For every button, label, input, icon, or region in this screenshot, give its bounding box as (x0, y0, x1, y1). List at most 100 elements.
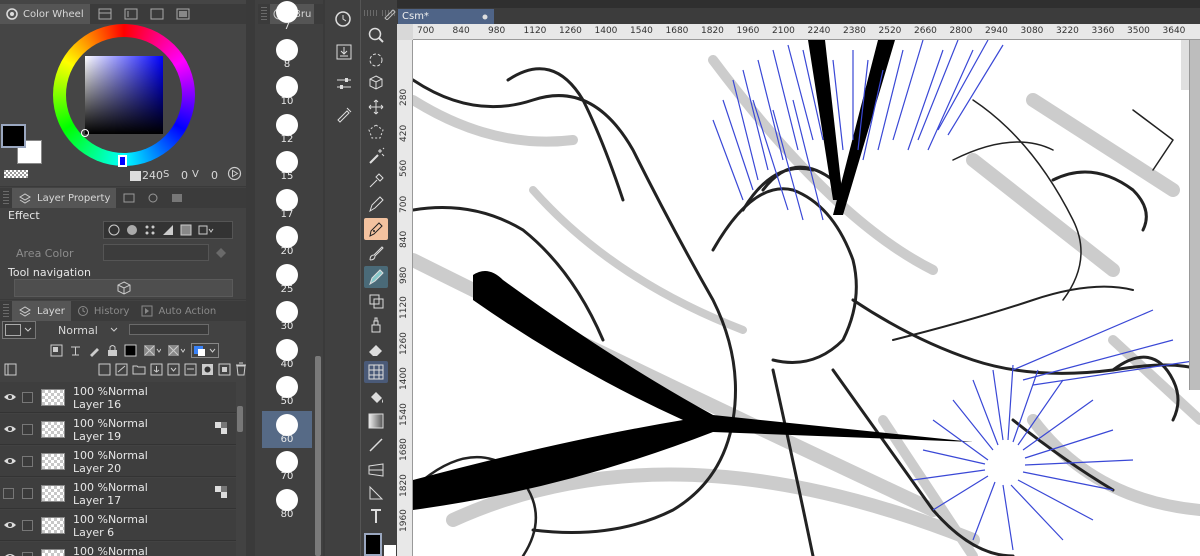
brush-size-item[interactable]: 25 (262, 261, 312, 298)
saturation-value-square[interactable] (85, 56, 163, 134)
tab-icon-1[interactable] (122, 192, 136, 204)
eye-icon[interactable] (3, 552, 17, 556)
canvas-vertical-scrollbar[interactable] (1189, 40, 1200, 390)
eye-icon[interactable] (3, 424, 17, 434)
trash-icon[interactable] (235, 362, 247, 376)
gradient-tool[interactable] (364, 410, 388, 432)
opacity-slider[interactable] (129, 324, 209, 335)
auto-select-tool[interactable] (364, 145, 388, 167)
layer-select-checkbox[interactable] (22, 392, 33, 403)
selection-tool[interactable] (364, 121, 388, 143)
tab-history[interactable]: History (71, 301, 136, 321)
border-effect-icon[interactable] (108, 224, 120, 236)
sliders-icon[interactable] (335, 75, 353, 93)
layer-select-checkbox[interactable] (22, 552, 33, 556)
new-vector-layer-icon[interactable] (115, 362, 128, 376)
eye-icon[interactable] (3, 456, 17, 466)
toolbar-main-color[interactable] (364, 533, 382, 556)
panel-grip[interactable] (3, 191, 9, 205)
layer-list-icon[interactable] (4, 363, 17, 376)
color-mode-toggle-icon[interactable] (227, 166, 242, 181)
eye-icon[interactable] (3, 520, 17, 530)
close-tab-icon[interactable] (482, 14, 488, 20)
layer-row[interactable]: 100 %Normal Layer 6 (0, 510, 236, 541)
layer-color-icon[interactable] (162, 224, 174, 236)
rotate-tool[interactable] (364, 49, 388, 71)
layer-select-checkbox[interactable] (22, 520, 33, 531)
ruler-display-icon[interactable] (167, 344, 185, 357)
layer-select-checkbox[interactable] (22, 424, 33, 435)
eye-icon[interactable] (3, 392, 17, 402)
text-tool[interactable] (364, 505, 388, 527)
extract-line-icon[interactable] (180, 224, 192, 236)
tab-layer[interactable]: Layer (12, 301, 71, 321)
layer-row[interactable]: 100 %Normal Layer 16 (0, 382, 236, 413)
brush-size-item[interactable]: 30 (262, 298, 312, 335)
reference-layer-icon[interactable] (69, 344, 82, 357)
fill-tool[interactable] (364, 386, 388, 408)
brush-settings-icon[interactable] (335, 105, 353, 123)
figure-tool[interactable] (364, 361, 388, 383)
tone-effect-icon[interactable] (144, 224, 156, 236)
layer-select-checkbox[interactable] (22, 456, 33, 467)
layer-row[interactable]: 100 %Normal Layer 20 (0, 446, 236, 477)
pencil-tool[interactable] (364, 218, 388, 240)
color-history-tab-icon[interactable] (150, 8, 164, 20)
brush-size-item[interactable]: 20 (262, 223, 312, 260)
tab-layer-property[interactable]: Layer Property (12, 188, 117, 208)
color-set-tab-icon[interactable] (98, 8, 112, 20)
layer-row[interactable]: 100 %Normal Layer 17 (0, 478, 236, 509)
eraser-tool[interactable] (364, 338, 388, 360)
blend-mode-select[interactable]: Normal (40, 321, 124, 339)
layer-list-scrollbar[interactable] (237, 406, 243, 432)
effect-dropdown-icon[interactable] (198, 224, 214, 236)
blend-tool[interactable] (364, 314, 388, 336)
brush-size-item[interactable]: 50 (262, 373, 312, 410)
panel-grip-2[interactable] (3, 304, 9, 318)
pen-tool[interactable] (364, 193, 388, 215)
hidden-eye-box[interactable] (3, 488, 14, 499)
tab-icon-2[interactable] (146, 192, 160, 204)
import-icon[interactable] (335, 43, 353, 61)
canvas-horizontal-scroll-end[interactable] (1181, 40, 1189, 90)
navigator-zoom-icon[interactable] (334, 10, 354, 30)
layer-palette-color-button[interactable] (2, 321, 36, 339)
airbrush-tool[interactable] (364, 266, 388, 288)
tool-navigation-button[interactable] (14, 279, 233, 297)
zoom-tool[interactable] (364, 24, 388, 46)
brush-size-item[interactable]: 80 (262, 486, 312, 523)
layer-select-checkbox[interactable] (22, 488, 33, 499)
layer-mask-icon[interactable] (214, 485, 228, 499)
line-tool[interactable] (364, 434, 388, 456)
brush-size-item[interactable]: 7 (262, 0, 312, 35)
transparent-color-swatch[interactable] (4, 170, 28, 178)
frame-tool[interactable] (364, 459, 388, 481)
intermediate-color-tab-icon[interactable] (176, 8, 190, 20)
apply-mask-icon[interactable] (218, 362, 231, 376)
brush-size-item[interactable]: 40 (262, 336, 312, 373)
decoration-tool[interactable] (364, 290, 388, 312)
draft-layer-icon[interactable] (88, 344, 101, 357)
brush-size-item[interactable]: 12 (262, 111, 312, 148)
layer-mask-icon[interactable] (214, 421, 228, 435)
brush-size-item[interactable]: 15 (262, 148, 312, 185)
tab-color-wheel[interactable]: Color Wheel (0, 4, 90, 24)
lock-icon[interactable] (107, 344, 118, 357)
combine-down-icon[interactable] (167, 362, 180, 376)
layer-color-button-icon[interactable] (191, 342, 219, 358)
eyedropper-tool[interactable] (364, 169, 388, 191)
tab-auto-action[interactable]: Auto Action (135, 301, 222, 321)
brush-size-item[interactable]: 70 (262, 448, 312, 485)
layer-row[interactable]: 100 %Normal (0, 542, 236, 556)
toolbar-sub-color[interactable] (384, 545, 396, 556)
brush-size-item[interactable]: 8 (262, 36, 312, 73)
move-tool[interactable] (364, 96, 388, 118)
main-color-swatch[interactable] (1, 124, 26, 148)
object-tool[interactable] (364, 72, 388, 94)
clip-layer-icon[interactable] (50, 344, 63, 357)
brush-size-item[interactable]: 17 (262, 186, 312, 223)
brush-size-item[interactable]: 60 (262, 410, 312, 448)
brush-list-scrollbar[interactable] (315, 356, 321, 556)
drawing-canvas[interactable] (413, 40, 1200, 556)
document-tab[interactable]: Csm* (398, 9, 494, 24)
